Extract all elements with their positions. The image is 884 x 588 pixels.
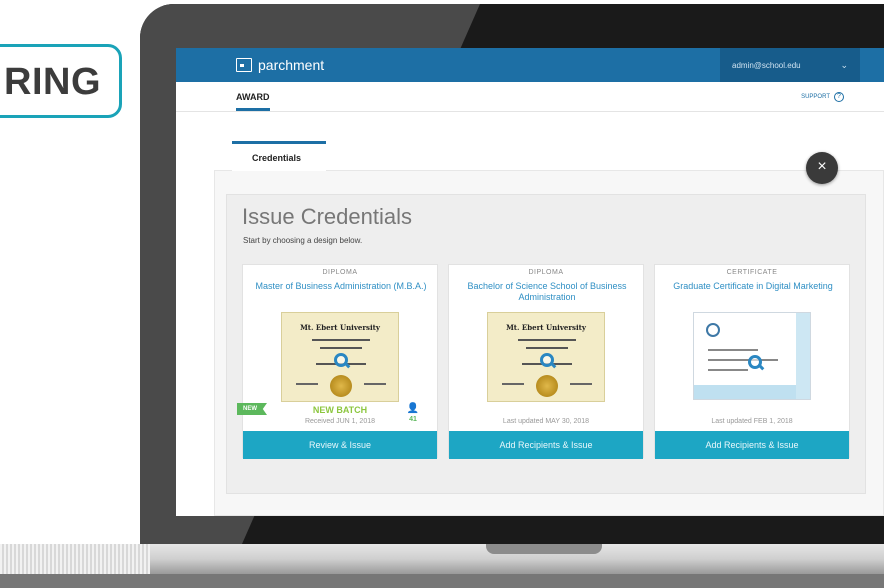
certificate-line (708, 369, 748, 371)
diploma-line (312, 339, 370, 341)
signature-line (502, 383, 524, 385)
stage: RING parchment admin@school.edu ⌄ AWARD … (0, 0, 884, 588)
diploma-line (518, 339, 576, 341)
signature-line (570, 383, 592, 385)
chevron-down-icon: ⌄ (840, 59, 848, 70)
nav-tab-underline (236, 108, 270, 111)
certificate-line (708, 359, 778, 361)
credential-card-certificate[interactable]: CERTIFICATE Graduate Certificate in Digi… (654, 264, 850, 459)
card-meta: Last updated MAY 30, 2018 (502, 418, 590, 425)
issue-title: Issue Credentials (242, 204, 412, 229)
certificate-logo-icon (706, 323, 720, 337)
laptop-notch (486, 544, 602, 554)
signature-line (296, 383, 318, 385)
promo-badge: RING (0, 44, 122, 118)
certificate-line (708, 349, 758, 351)
tab-credentials[interactable]: Credentials (232, 141, 326, 171)
add-recipients-issue-button[interactable]: Add Recipients & Issue (655, 431, 849, 459)
app-screen: parchment admin@school.edu ⌄ AWARD SUPPO… (176, 48, 884, 516)
diploma-seal (536, 375, 558, 397)
card-meta: Last updated FEB 1, 2018 (711, 418, 793, 425)
diploma-line (320, 347, 362, 349)
review-issue-button[interactable]: Review & Issue (243, 431, 437, 459)
help-icon: ? (834, 92, 844, 102)
card-type: DIPLOMA (322, 269, 358, 276)
add-recipients-issue-button[interactable]: Add Recipients & Issue (449, 431, 643, 459)
diploma-heading: Mt. Ebert University (300, 323, 380, 332)
card-type: CERTIFICATE (726, 269, 778, 276)
laptop-base-bottom (0, 574, 884, 588)
diploma-preview[interactable]: Mt. Ebert University (281, 312, 399, 402)
diploma-line (526, 347, 568, 349)
close-button[interactable]: × (806, 152, 838, 184)
certificate-preview[interactable] (693, 312, 811, 400)
card-meta: Received JUN 1, 2018 (304, 418, 376, 425)
credential-card-mba[interactable]: DIPLOMA Master of Business Administratio… (237, 264, 438, 459)
laptop-base-stripe (0, 544, 150, 574)
support-link[interactable]: SUPPORT ? (801, 92, 844, 102)
diploma-heading: Mt. Ebert University (506, 323, 586, 332)
magnifier-icon[interactable] (748, 355, 762, 369)
credential-card-bs[interactable]: DIPLOMA Bachelor of Science School of Bu… (448, 264, 644, 459)
magnifier-icon[interactable] (334, 353, 348, 367)
signature-line (364, 383, 386, 385)
support-label: SUPPORT (801, 94, 830, 100)
parchment-logo-icon (236, 58, 252, 72)
issue-subtitle: Start by choosing a design below. (243, 236, 363, 245)
card-type: DIPLOMA (528, 269, 564, 276)
card-title[interactable]: Master of Business Administration (M.B.A… (253, 281, 429, 292)
user-email: admin@school.edu (732, 60, 801, 70)
magnifier-icon[interactable] (540, 353, 554, 367)
close-icon: × (817, 158, 827, 175)
app-logo-text: parchment (258, 57, 325, 73)
promo-badge-text: RING (4, 61, 101, 103)
app-logo[interactable]: parchment (236, 57, 324, 73)
card-title[interactable]: Bachelor of Science School of Business A… (459, 281, 635, 303)
nav-tab-award[interactable]: AWARD (236, 92, 270, 102)
certificate-ribbon (796, 313, 810, 399)
diploma-preview[interactable]: Mt. Ebert University (487, 312, 605, 402)
tab-credentials-label: Credentials (252, 153, 302, 163)
sub-nav: AWARD SUPPORT ? (176, 82, 884, 112)
app-header: parchment admin@school.edu ⌄ (176, 48, 884, 82)
diploma-seal (330, 375, 352, 397)
person-icon: 👤 (406, 403, 420, 414)
card-title[interactable]: Graduate Certificate in Digital Marketin… (665, 281, 841, 292)
user-menu[interactable]: admin@school.edu ⌄ (720, 48, 860, 82)
